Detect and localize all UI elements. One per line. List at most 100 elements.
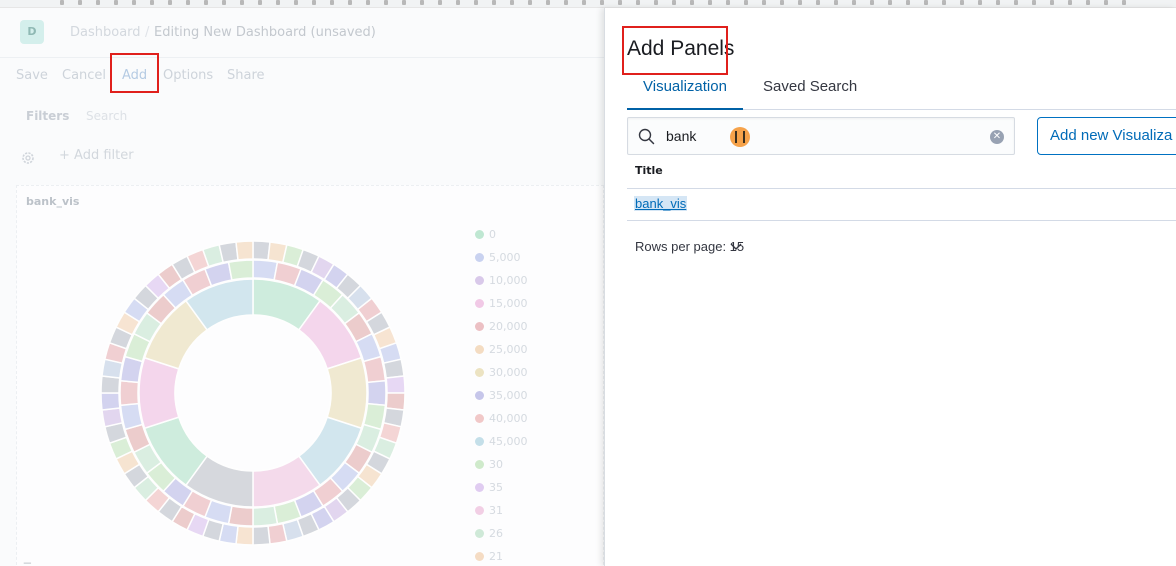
legend-item[interactable]: 10,000 <box>475 274 595 297</box>
legend-dot-icon <box>475 276 484 285</box>
url-text-fragment <box>294 0 298 5</box>
legend-label: 30,000 <box>489 366 528 379</box>
gear-icon[interactable] <box>20 150 36 166</box>
legend-item[interactable]: 31 <box>475 504 595 527</box>
cancel-menu-item[interactable]: Cancel <box>62 68 106 83</box>
url-text-fragment <box>312 0 316 5</box>
url-text-fragment <box>240 0 244 5</box>
legend-item[interactable]: 30,000 <box>475 366 595 389</box>
legend-label: 5,000 <box>489 251 521 264</box>
legend-item[interactable]: 15,000 <box>475 297 595 320</box>
url-text-fragment <box>978 0 982 5</box>
url-text-fragment <box>114 0 118 5</box>
sunburst-segment <box>119 379 140 407</box>
sunburst-segment <box>366 379 387 407</box>
url-text-fragment <box>438 0 442 5</box>
sunburst-segment <box>267 522 288 545</box>
url-text-fragment <box>150 0 154 5</box>
url-text-fragment <box>888 0 892 5</box>
column-title[interactable]: Title <box>635 164 663 177</box>
filters-label[interactable]: Filters <box>26 109 69 123</box>
url-text-fragment <box>456 0 460 5</box>
sunburst-segment <box>227 505 254 527</box>
url-text-fragment <box>780 0 784 5</box>
legend-dot-icon <box>475 414 484 423</box>
url-text-fragment <box>474 0 478 5</box>
sunburst-segment <box>119 402 144 431</box>
sunburst-segment <box>382 358 405 379</box>
breadcrumb-separator: / <box>145 25 150 40</box>
url-text-fragment <box>582 0 586 5</box>
options-menu-item[interactable]: Options <box>163 68 213 83</box>
sunburst-segment <box>235 240 254 261</box>
url-text-fragment <box>906 0 910 5</box>
browser-url-strip <box>0 0 1176 8</box>
sunburst-segment <box>326 356 368 430</box>
legend-dot-icon <box>475 368 484 377</box>
legend-label: 35,000 <box>489 389 528 402</box>
url-text-fragment <box>96 0 100 5</box>
legend-item[interactable]: 25,000 <box>475 343 595 366</box>
clear-icon[interactable]: ✕ <box>990 130 1004 144</box>
legend-dot-icon <box>475 483 484 492</box>
url-text-fragment <box>330 0 334 5</box>
url-text-fragment <box>186 0 190 5</box>
legend-label: 40,000 <box>489 412 528 425</box>
legend-dot-icon <box>475 460 484 469</box>
url-text-fragment <box>1050 0 1054 5</box>
legend-dot-icon <box>475 437 484 446</box>
save-menu-item[interactable]: Save <box>16 68 48 83</box>
url-text-fragment <box>366 0 370 5</box>
url-text-fragment <box>960 0 964 5</box>
add-menu-item[interactable]: Add <box>122 68 147 83</box>
tab-saved-search[interactable]: Saved Search <box>763 78 857 110</box>
share-menu-item[interactable]: Share <box>227 68 265 83</box>
sunburst-segment <box>252 525 271 546</box>
add-new-visualization-button[interactable]: Add new Visualiza <box>1037 117 1176 155</box>
query-search-input[interactable]: Search <box>86 109 127 123</box>
sunburst-segment <box>138 356 180 430</box>
visualization-link[interactable]: bank_vis <box>634 196 688 211</box>
legend-item[interactable]: 45,000 <box>475 435 595 458</box>
sunburst-segment <box>252 259 279 281</box>
url-text-fragment <box>762 0 766 5</box>
legend-label: 20,000 <box>489 320 528 333</box>
legend-item[interactable]: 20,000 <box>475 320 595 343</box>
url-text-fragment <box>870 0 874 5</box>
url-text-fragment <box>258 0 262 5</box>
add-filter-button[interactable]: + Add filter <box>59 148 134 163</box>
panel-title: bank_vis <box>26 195 80 208</box>
table-row: bank_vis <box>627 189 1176 221</box>
legend-item[interactable]: 40,000 <box>475 412 595 435</box>
rows-per-page-button[interactable]: Rows per page: 15 <box>635 239 744 254</box>
legend-label: 15,000 <box>489 297 528 310</box>
sunburst-segment <box>362 355 387 384</box>
tab-visualization[interactable]: Visualization <box>627 78 743 110</box>
legend-item[interactable]: 26 <box>475 527 595 550</box>
url-text-fragment <box>402 0 406 5</box>
list-icon[interactable]: ☰ <box>23 562 32 566</box>
legend-label: 10,000 <box>489 274 528 287</box>
sunburst-segment <box>235 525 254 546</box>
legend-dot-icon <box>475 529 484 538</box>
add-panels-flyout: Add Panels Visualization Saved Search ba… <box>604 8 1176 566</box>
search-value: bank <box>666 128 697 144</box>
legend-item[interactable]: 0 <box>475 228 595 251</box>
chevron-down-icon[interactable] <box>730 242 742 252</box>
legend-label: 26 <box>489 527 503 540</box>
url-text-fragment <box>996 0 1000 5</box>
url-text-fragment <box>654 0 658 5</box>
flyout-tabs: Visualization Saved Search <box>627 68 1176 110</box>
sunburst-segment <box>385 392 406 411</box>
search-input[interactable]: bank ✕ <box>627 117 1015 155</box>
url-text-fragment <box>1068 0 1072 5</box>
url-text-fragment <box>798 0 802 5</box>
breadcrumb-dashboard[interactable]: Dashboard <box>70 25 141 40</box>
legend-item[interactable]: 35,000 <box>475 389 595 412</box>
legend-item[interactable]: 5,000 <box>475 251 595 274</box>
legend-item[interactable]: 21 <box>475 550 595 566</box>
space-avatar[interactable]: D <box>20 20 44 44</box>
legend-item[interactable]: 30 <box>475 458 595 481</box>
legend-item[interactable]: 35 <box>475 481 595 504</box>
screen: D Dashboard / Editing New Dashboard (uns… <box>0 0 1176 566</box>
